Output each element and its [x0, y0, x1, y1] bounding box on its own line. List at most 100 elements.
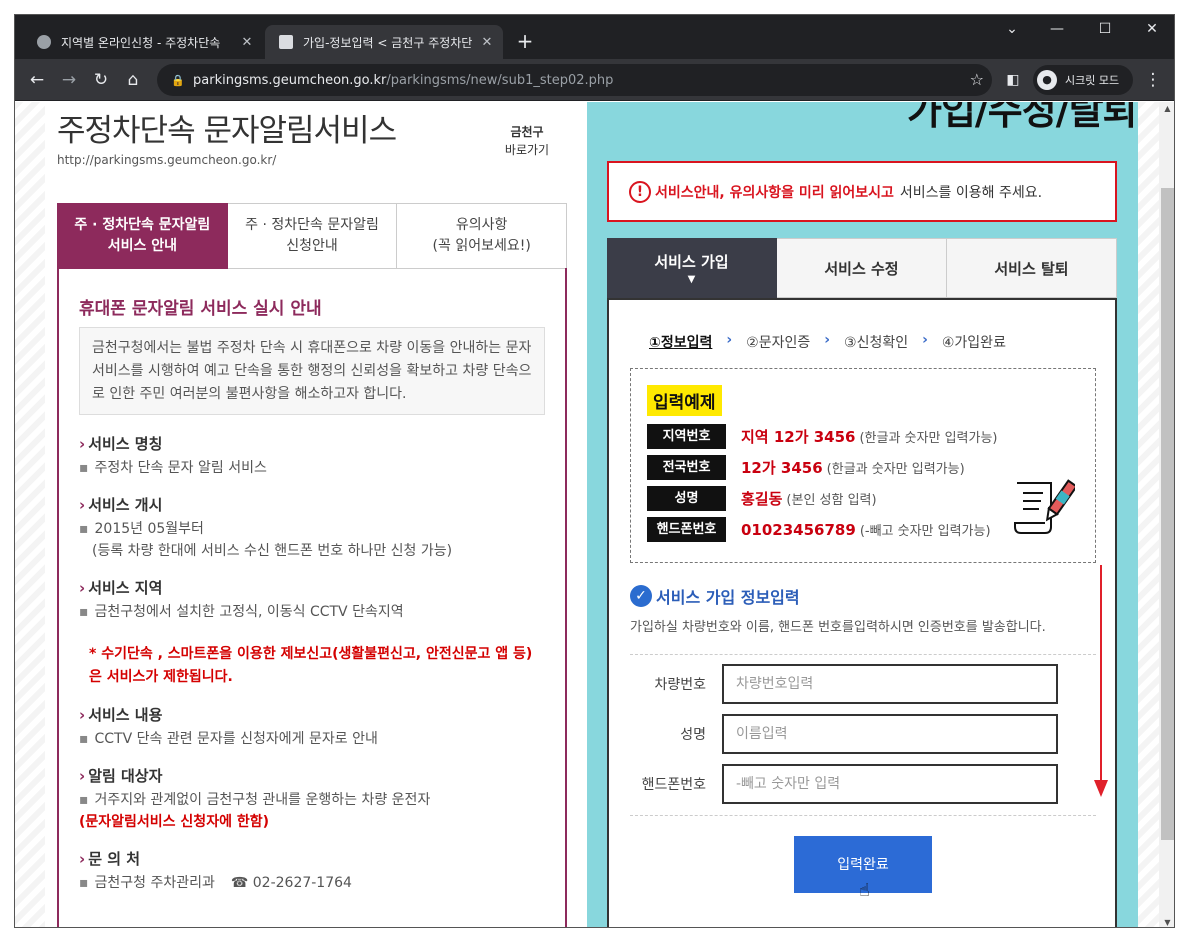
car-number-row: 차량번호: [630, 664, 1058, 704]
tab-search-icon[interactable]: ⌄: [992, 21, 1032, 37]
close-tab-icon[interactable]: ✕: [237, 35, 257, 50]
scroll-down-icon[interactable]: ▼: [1159, 918, 1174, 927]
tab-withdraw[interactable]: 서비스 탈퇴: [947, 238, 1117, 298]
decorative-pattern: [15, 102, 45, 927]
item-heading: 알림 대상자: [88, 767, 163, 785]
service-tabs: 서비스 가입 ▼ 서비스 수정 서비스 탈퇴: [607, 238, 1117, 298]
item-heading: 서비스 내용: [88, 706, 163, 724]
tab-label: 서비스 수정: [824, 259, 899, 278]
restriction-warning: * 수기단속 , 스마트폰을 이용한 제보신고(생활불편신고, 안전신문고 앱 …: [89, 643, 532, 689]
warning-text: * 수기단속 , 스마트폰을 이용한 제보신고(생활불편신고, 안전신문고 앱 …: [89, 646, 533, 662]
incognito-label: 시크릿 모드: [1065, 74, 1120, 87]
tab-label: 서비스 탈퇴: [994, 259, 1069, 278]
tab-service-guide[interactable]: 주 · 정차단속 문자알림 서비스 안내: [57, 203, 228, 269]
tab-label: 유의사항: [455, 217, 508, 233]
chevron-right-icon: ›: [79, 435, 86, 453]
minimize-button[interactable]: —: [1037, 21, 1077, 37]
tab-modify[interactable]: 서비스 수정: [777, 238, 947, 298]
input-example-box: 입력예제 지역번호 지역 12가 3456 (한글과 숫자만 입력가능) 전국번…: [630, 368, 1096, 563]
chevron-right-icon: ›: [79, 850, 86, 868]
example-note: (한글과 숫자만 입력가능): [859, 431, 998, 446]
scroll-thumb[interactable]: [1161, 188, 1174, 840]
name-row: 성명: [630, 714, 1058, 754]
example-value: 홍길동: [741, 490, 783, 508]
browser-tab-2[interactable]: 가입-정보입력 < 금천구 주정차단 ✕: [265, 25, 503, 59]
side-panel-icon[interactable]: ◧: [1001, 68, 1025, 92]
progress-steps: ①정보입력 › ②문자인증 › ③신청확인 › ④가입완료: [649, 332, 1020, 352]
chevron-right-icon: ›: [79, 496, 86, 514]
site-url[interactable]: http://parkingsms.geumcheon.go.kr/: [57, 153, 276, 167]
intro-box: 금천구청에서는 불법 주정차 단속 시 휴대폰으로 차량 이동을 안내하는 문자…: [79, 327, 545, 415]
red-down-arrow-icon: [1094, 565, 1108, 797]
browser-tab-1[interactable]: 지역별 온라인신청 - 주정차단속 ✕: [23, 25, 263, 59]
tab-label: 서비스 안내: [107, 238, 177, 254]
field-label: 핸드폰번호: [641, 777, 706, 793]
menu-kebab-icon[interactable]: ⋮: [1141, 68, 1165, 92]
address-bar[interactable]: 🔒 parkingsms.geumcheon.go.kr/parkingsms/…: [157, 64, 992, 96]
geumcheon-shortcut-link[interactable]: 금천구 바로가기: [497, 123, 557, 159]
car-number-input[interactable]: [722, 664, 1058, 704]
caret-down-icon: ▼: [687, 274, 696, 285]
window-close-button[interactable]: ✕: [1132, 21, 1172, 37]
example-label: 성명: [647, 486, 726, 511]
globe-icon: [37, 35, 51, 49]
exclamation-icon: !: [629, 180, 651, 203]
scroll-up-icon[interactable]: ▲: [1159, 104, 1174, 113]
new-tab-button[interactable]: +: [513, 29, 537, 53]
url-path: /parkingsms/new/sub1_step02.php: [386, 72, 614, 88]
panel-heading: 가입/수정/탈퇴: [907, 102, 1138, 133]
item-text: 금천구청 주차관리과: [94, 875, 215, 891]
back-icon[interactable]: ←: [25, 68, 49, 92]
service-name-item: › 서비스 명칭 ▪ 주정차 단속 문자 알림 서비스: [79, 435, 267, 476]
url-host: parkingsms.geumcheon.go.kr: [193, 72, 387, 88]
page-favicon-icon: [279, 35, 293, 49]
service-content-item: › 서비스 내용 ▪ CCTV 단속 관련 문자를 신청자에게 문자로 안내: [79, 706, 378, 747]
item-heading: 서비스 개시: [88, 496, 163, 514]
shortcut-line1: 금천구: [510, 125, 544, 139]
item-text: CCTV 단속 관련 문자를 신청자에게 문자로 안내: [94, 731, 378, 747]
example-row: 핸드폰번호 01023456789 (-빼고 숫자만 입력가능): [647, 517, 991, 542]
shortcut-line2: 바로가기: [504, 143, 550, 157]
reload-icon[interactable]: ↻: [89, 68, 113, 92]
forward-icon[interactable]: →: [57, 68, 81, 92]
lock-icon: 🔒: [171, 73, 185, 87]
phone-input[interactable]: [722, 764, 1058, 804]
browser-toolbar: ← → ↻ ⌂ 🔒 parkingsms.geumcheon.go.kr/par…: [15, 59, 1174, 101]
service-area-item: › 서비스 지역 ▪ 금천구청에서 설치한 고정식, 이동식 CCTV 단속지역: [79, 579, 404, 620]
bookmark-star-icon[interactable]: ☆: [970, 70, 984, 89]
example-row: 성명 홍길동 (본인 성함 입력): [647, 486, 877, 511]
incognito-indicator[interactable]: ● 시크릿 모드: [1033, 65, 1133, 95]
example-value: 지역 12가 3456: [741, 428, 856, 446]
chevron-right-icon: ›: [79, 767, 86, 785]
example-label: 전국번호: [647, 455, 726, 480]
info-tabs: 주 · 정차단속 문자알림 서비스 안내 주 · 정차단속 문자알림 신청안내 …: [57, 203, 568, 269]
tab-label: 주 · 정차단속 문자알림: [74, 217, 211, 233]
incognito-icon: ●: [1037, 70, 1057, 90]
divider: [630, 815, 1096, 816]
chevron-right-icon: ›: [79, 706, 86, 724]
form-title: ✓ 서비스 가입 정보입력: [630, 584, 800, 608]
form-description: 가입하실 차량번호와 이름, 핸드폰 번호를입력하시면 인증번호를 발송합니다.: [630, 620, 1046, 635]
tab-label: 신청안내: [286, 238, 338, 254]
item-heading: 문 의 처: [88, 850, 141, 868]
item-text: 주정차 단속 문자 알림 서비스: [94, 460, 267, 476]
tab-application-guide[interactable]: 주 · 정차단속 문자알림 신청안내: [227, 203, 398, 269]
step: ④가입완료: [941, 335, 1006, 351]
close-tab-icon[interactable]: ✕: [477, 35, 497, 50]
tab-precautions[interactable]: 유의사항 (꼭 읽어보세요!): [397, 203, 568, 269]
decorative-pattern: [1138, 102, 1160, 927]
site-title: 주정차단속 문자알림서비스: [57, 113, 397, 149]
tab-join[interactable]: 서비스 가입 ▼: [607, 238, 777, 298]
page-scrollbar[interactable]: ▲ ▼: [1159, 102, 1174, 927]
chevron-right-icon: ›: [726, 332, 733, 348]
notice-text: 서비스를 이용해 주세요.: [899, 184, 1043, 201]
maximize-button[interactable]: ☐: [1085, 21, 1125, 37]
tab-title: 가입-정보입력 < 금천구 주정차단: [303, 35, 473, 50]
step-current: ①정보입력: [649, 335, 713, 351]
name-input[interactable]: [722, 714, 1058, 754]
form-title-text: 서비스 가입 정보입력: [656, 588, 800, 607]
home-icon[interactable]: ⌂: [121, 68, 145, 92]
item-text: (문자알림서비스 신청자에 한함): [79, 814, 269, 830]
field-label: 차량번호: [654, 677, 706, 693]
phone-number: ☎ 02-2627-1764: [230, 875, 352, 891]
